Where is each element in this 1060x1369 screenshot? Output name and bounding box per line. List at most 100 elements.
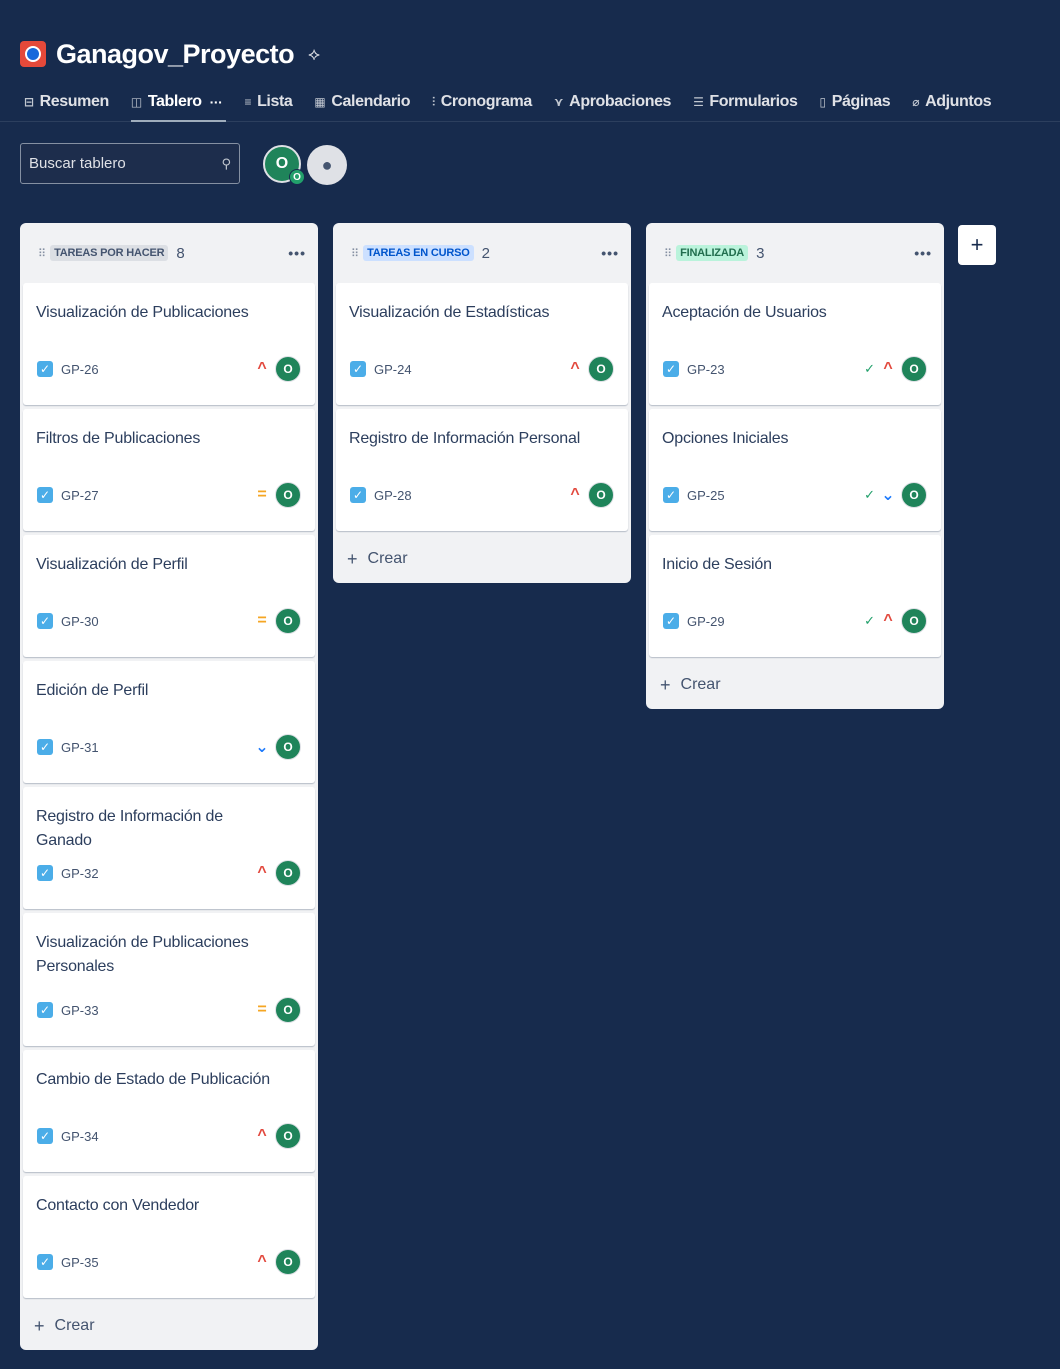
issue-card[interactable]: Registro de Información de Ganado ✓ GP-3… bbox=[23, 787, 315, 909]
assignee-avatar[interactable]: O bbox=[275, 1123, 301, 1149]
issue-card[interactable]: Visualización de Publicaciones Personale… bbox=[23, 913, 315, 1046]
column-menu-icon[interactable]: ••• bbox=[601, 245, 619, 261]
add-column-button[interactable]: + bbox=[958, 225, 996, 265]
issue-title: Opciones Iniciales bbox=[662, 430, 789, 447]
issue-key[interactable]: GP-23 bbox=[687, 362, 725, 377]
task-type-icon: ✓ bbox=[37, 865, 53, 881]
issue-footer: ✓ GP-32 ^ O bbox=[37, 859, 301, 887]
column-header: ⠿ TAREAS EN CURSO 2 ••• bbox=[333, 223, 631, 283]
issue-title: Visualización de Perfil bbox=[36, 556, 188, 573]
column-menu-icon[interactable]: ••• bbox=[914, 245, 932, 261]
issue-key[interactable]: GP-29 bbox=[687, 614, 725, 629]
tab-tablero[interactable]: ◫ Tablero ··· bbox=[130, 88, 226, 122]
project-tabs: ⊟ Resumen ◫ Tablero ··· ≡ Lista ▦ Calendario … bbox=[24, 88, 1013, 122]
assignee-avatar[interactable]: O bbox=[275, 860, 301, 886]
issue-meta: ^ O bbox=[255, 1123, 301, 1149]
issue-card[interactable]: Aceptación de Usuarios ✓ GP-23 ✓ ^ O bbox=[649, 283, 941, 405]
task-type-icon: ✓ bbox=[350, 487, 366, 503]
issue-key[interactable]: GP-28 bbox=[374, 488, 412, 503]
issue-title: Contacto con Vendedor bbox=[36, 1197, 200, 1214]
issue-key[interactable]: GP-35 bbox=[61, 1255, 99, 1270]
task-type-icon: ✓ bbox=[37, 1254, 53, 1270]
assignee-avatar[interactable]: O bbox=[275, 356, 301, 382]
task-type-icon: ✓ bbox=[37, 613, 53, 629]
tab-more-icon[interactable]: ··· bbox=[210, 94, 223, 110]
assignee-avatar[interactable]: O bbox=[275, 1249, 301, 1275]
issue-key[interactable]: GP-30 bbox=[61, 614, 99, 629]
issue-card[interactable]: Registro de Información Personal ✓ GP-28… bbox=[336, 409, 628, 531]
task-type-icon: ✓ bbox=[37, 361, 53, 377]
tab-paginas[interactable]: ▯ Páginas bbox=[819, 88, 890, 116]
issue-card[interactable]: Visualización de Perfil ✓ GP-30 = O bbox=[23, 535, 315, 657]
issue-card[interactable]: Inicio de Sesión ✓ GP-29 ✓ ^ O bbox=[649, 535, 941, 657]
issue-footer: ✓ GP-29 ✓ ^ O bbox=[663, 607, 927, 635]
assignee-avatar[interactable]: O bbox=[275, 608, 301, 634]
column-header: ⠿ TAREAS POR HACER 8 ••• bbox=[20, 223, 318, 283]
issue-footer: ✓ GP-31 ⌄ O bbox=[37, 733, 301, 761]
tab-adjuntos[interactable]: ⌀ Adjuntos bbox=[912, 88, 991, 116]
assignee-avatar[interactable]: O bbox=[275, 734, 301, 760]
assignee-avatar[interactable]: O bbox=[901, 356, 927, 382]
priority-high-icon: ^ bbox=[257, 360, 267, 377]
tab-cronograma[interactable]: ⫶ Cronograma bbox=[432, 88, 532, 116]
pin-icon[interactable]: ⟡ bbox=[308, 44, 320, 65]
task-type-icon: ✓ bbox=[663, 361, 679, 377]
user-avatar[interactable]: OO bbox=[263, 145, 305, 185]
board-column: ⠿ TAREAS POR HACER 8 ••• Visualización d… bbox=[20, 223, 318, 1350]
issue-key[interactable]: GP-27 bbox=[61, 488, 99, 503]
priority-medium-icon: = bbox=[257, 612, 267, 629]
issue-key[interactable]: GP-34 bbox=[61, 1129, 99, 1144]
issue-footer: ✓ GP-26 ^ O bbox=[37, 355, 301, 383]
tab-aprobaciones[interactable]: ⋎ Aprobaciones bbox=[554, 88, 672, 116]
add-people-icon[interactable]: ● bbox=[307, 145, 347, 185]
create-label: Crear bbox=[367, 550, 408, 567]
search-icon[interactable]: ⚲ bbox=[221, 156, 231, 172]
create-issue-button[interactable]: + Crear bbox=[646, 661, 944, 709]
issue-key[interactable]: GP-24 bbox=[374, 362, 412, 377]
create-issue-button[interactable]: + Crear bbox=[333, 535, 631, 583]
priority-low-icon: ⌄ bbox=[255, 739, 269, 756]
assignee-avatar[interactable]: O bbox=[901, 482, 927, 508]
project-logo-icon[interactable] bbox=[20, 41, 46, 67]
tab-lista[interactable]: ≡ Lista bbox=[244, 88, 292, 116]
issue-meta: ✓ ^ O bbox=[864, 608, 927, 634]
issue-key[interactable]: GP-25 bbox=[687, 488, 725, 503]
assignee-avatar[interactable]: O bbox=[275, 482, 301, 508]
issue-title: Cambio de Estado de Publicación bbox=[36, 1071, 270, 1088]
create-issue-button[interactable]: + Crear bbox=[20, 1302, 318, 1350]
column-menu-icon[interactable]: ••• bbox=[288, 245, 306, 261]
issue-card[interactable]: Edición de Perfil ✓ GP-31 ⌄ O bbox=[23, 661, 315, 783]
done-check-icon: ✓ bbox=[864, 361, 875, 376]
assignee-avatar[interactable]: O bbox=[901, 608, 927, 634]
tab-formularios[interactable]: ☰ Formularios bbox=[693, 88, 798, 116]
avatar-badge: O bbox=[289, 169, 305, 185]
tab-resumen[interactable]: ⊟ Resumen bbox=[24, 88, 109, 116]
issue-card[interactable]: Opciones Iniciales ✓ GP-25 ✓ ⌄ O bbox=[649, 409, 941, 531]
drag-handle-icon[interactable]: ⠿ bbox=[38, 247, 46, 260]
issue-key[interactable]: GP-32 bbox=[61, 866, 99, 881]
issue-title: Visualización de Publicaciones bbox=[36, 304, 249, 321]
issue-meta: ^ O bbox=[255, 1249, 301, 1275]
issue-card[interactable]: Cambio de Estado de Publicación ✓ GP-34 … bbox=[23, 1050, 315, 1172]
issue-key[interactable]: GP-33 bbox=[61, 1003, 99, 1018]
issue-card[interactable]: Contacto con Vendedor ✓ GP-35 ^ O bbox=[23, 1176, 315, 1298]
issue-meta: = O bbox=[255, 608, 301, 634]
column-header: ⠿ FINALIZADA 3 ••• bbox=[646, 223, 944, 283]
search-input[interactable] bbox=[29, 155, 209, 172]
assignee-avatar[interactable]: O bbox=[588, 482, 614, 508]
project-header: Ganagov_Proyecto ⟡ ⊟ Resumen ◫ Tablero ··· … bbox=[0, 0, 1060, 122]
issue-card[interactable]: Visualización de Estadísticas ✓ GP-24 ^ … bbox=[336, 283, 628, 405]
drag-handle-icon[interactable]: ⠿ bbox=[351, 247, 359, 260]
project-title-row: Ganagov_Proyecto ⟡ bbox=[20, 36, 320, 72]
assignee-avatar[interactable]: O bbox=[588, 356, 614, 382]
task-type-icon: ✓ bbox=[663, 613, 679, 629]
tab-calendario[interactable]: ▦ Calendario bbox=[314, 88, 410, 116]
assignee-avatar[interactable]: O bbox=[275, 997, 301, 1023]
issue-title: Registro de Información de Ganado bbox=[36, 808, 223, 849]
summary-icon: ⊟ bbox=[24, 95, 34, 109]
issue-card[interactable]: Visualización de Publicaciones ✓ GP-26 ^… bbox=[23, 283, 315, 405]
issue-key[interactable]: GP-26 bbox=[61, 362, 99, 377]
issue-key[interactable]: GP-31 bbox=[61, 740, 99, 755]
drag-handle-icon[interactable]: ⠿ bbox=[664, 247, 672, 260]
issue-card[interactable]: Filtros de Publicaciones ✓ GP-27 = O bbox=[23, 409, 315, 531]
